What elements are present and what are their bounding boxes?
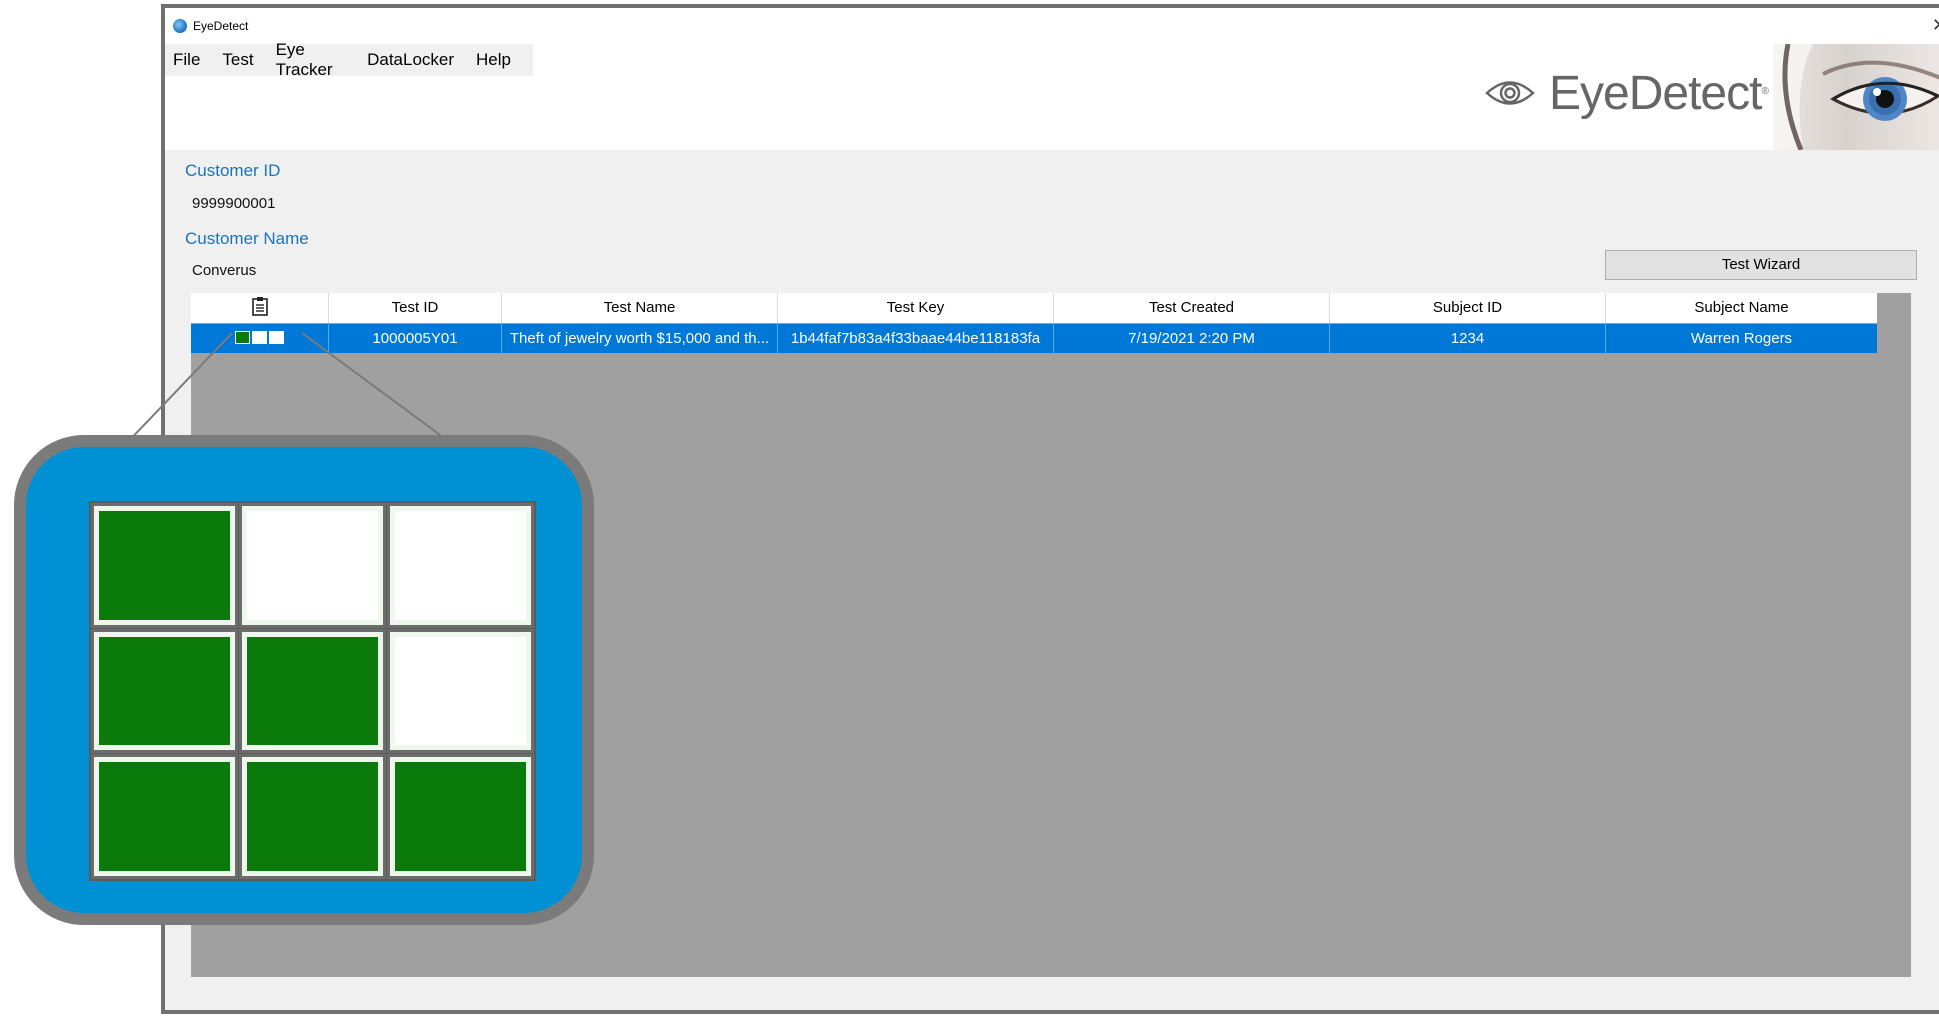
customer-id-value: 9999900001 <box>192 195 276 212</box>
legend-cell <box>242 757 383 876</box>
column-test-key[interactable]: Test Key <box>778 293 1054 323</box>
progress-cell <box>269 331 284 345</box>
customer-name-label: Customer Name <box>185 229 309 248</box>
status-legend-grid <box>89 501 536 881</box>
cell-subject-name: Warren Rogers <box>1690 330 1793 347</box>
status-column-header[interactable] <box>191 293 329 323</box>
column-test-name[interactable]: Test Name <box>502 293 778 323</box>
menu-datalocker[interactable]: DataLocker <box>367 50 454 70</box>
column-test-created[interactable]: Test Created <box>1054 293 1330 323</box>
registered-mark: ® <box>1761 85 1769 97</box>
test-progress-indicator <box>235 331 284 345</box>
logo-text: EyeDetect <box>1549 66 1762 120</box>
legend-cell <box>94 631 235 751</box>
window-title: EyeDetect <box>193 19 249 33</box>
menu-eye-tracker[interactable]: Eye Tracker <box>276 40 346 80</box>
legend-cell <box>242 631 383 751</box>
legend-cell <box>94 757 235 876</box>
header: File Test Eye Tracker DataLocker Help Ey… <box>165 40 1939 150</box>
clipboard-icon <box>251 297 268 316</box>
eye-icon <box>1485 81 1535 105</box>
menu-help[interactable]: Help <box>476 50 511 70</box>
grid-header: Test ID Test Name Test Key Test Created … <box>191 293 1877 323</box>
title-bar: EyeDetect ✕ <box>165 8 1939 44</box>
app-logo-icon <box>173 19 187 33</box>
menu-bar: File Test Eye Tracker DataLocker Help <box>165 40 533 79</box>
cell-test-id: 1000005Y01 <box>329 324 502 353</box>
column-subject-id[interactable]: Subject ID <box>1330 293 1606 323</box>
legend-cell <box>242 506 383 625</box>
legend-cell <box>390 506 531 625</box>
column-test-id[interactable]: Test ID <box>329 293 502 323</box>
cell-test-name: Theft of jewelry worth $15,000 and th... <box>502 324 778 353</box>
progress-cell <box>235 331 250 345</box>
legend-cell <box>94 506 235 625</box>
cell-test-created: 7/19/2021 2:20 PM <box>1054 324 1330 353</box>
eye-photo-image <box>1773 44 1939 150</box>
column-subject-name[interactable]: Subject Name <box>1606 293 1877 323</box>
legend-cell <box>390 757 531 876</box>
cell-subject-id: 1234 <box>1330 324 1606 353</box>
status-zoom-callout <box>14 435 594 925</box>
customer-name-value: Converus <box>192 262 257 279</box>
progress-cell <box>252 331 267 345</box>
menu-test[interactable]: Test <box>222 50 253 70</box>
eyedetect-logo: EyeDetect ® <box>1485 66 1769 120</box>
test-wizard-button[interactable]: Test Wizard <box>1605 250 1917 280</box>
table-row[interactable]: 1000005Y01 Theft of jewelry worth $15,00… <box>191 324 1877 353</box>
row-status-cell <box>191 324 329 353</box>
close-icon[interactable]: ✕ <box>1932 16 1939 34</box>
customer-id-label: Customer ID <box>185 161 281 180</box>
menu-file[interactable]: File <box>173 50 200 70</box>
legend-cell <box>390 631 531 751</box>
cell-test-key: 1b44faf7b83a4f33baae44be118183fa <box>778 324 1054 353</box>
eye-photo <box>1773 44 1939 150</box>
